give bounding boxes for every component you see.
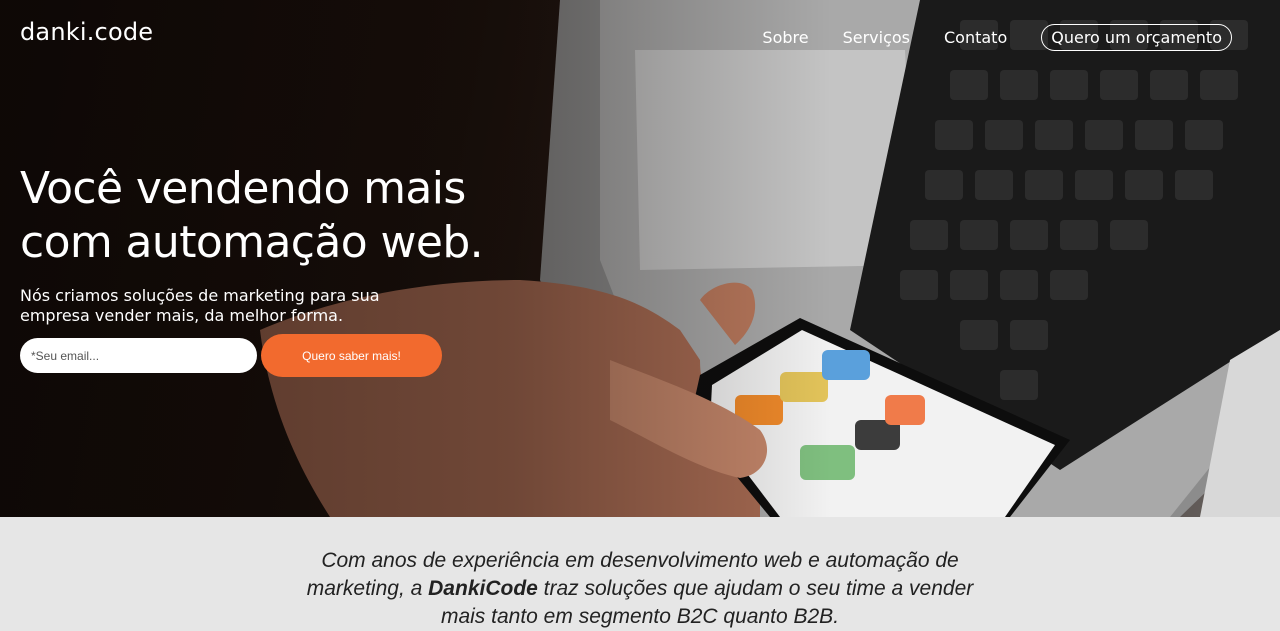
headline-line-1: Você vendendo mais: [20, 163, 466, 214]
brand-logo[interactable]: danki.code: [20, 18, 153, 46]
hero-headline: Você vendendo mais com automação web.: [20, 162, 540, 270]
hero-subheading: Nós criamos soluções de marketing para s…: [20, 286, 380, 325]
submit-button[interactable]: Quero saber mais!: [261, 334, 442, 377]
about-text: Com anos de experiência em desenvolvimen…: [290, 547, 990, 631]
headline-line-2: com automação web.: [20, 217, 484, 268]
about-section: Com anos de experiência em desenvolvimen…: [0, 517, 1280, 628]
email-input[interactable]: [20, 338, 257, 373]
nav-item-contato[interactable]: Contato: [944, 28, 1007, 47]
nav-item-servicos[interactable]: Serviços: [843, 28, 910, 47]
quote-button[interactable]: Quero um orçamento: [1041, 24, 1232, 51]
about-brand-name: DankiCode: [428, 577, 538, 600]
main-nav: Sobre Serviços Contato Quero um orçament…: [728, 24, 1232, 51]
hero-section: danki.code Sobre Serviços Contato Quero …: [0, 0, 1280, 517]
nav-item-sobre[interactable]: Sobre: [762, 28, 808, 47]
